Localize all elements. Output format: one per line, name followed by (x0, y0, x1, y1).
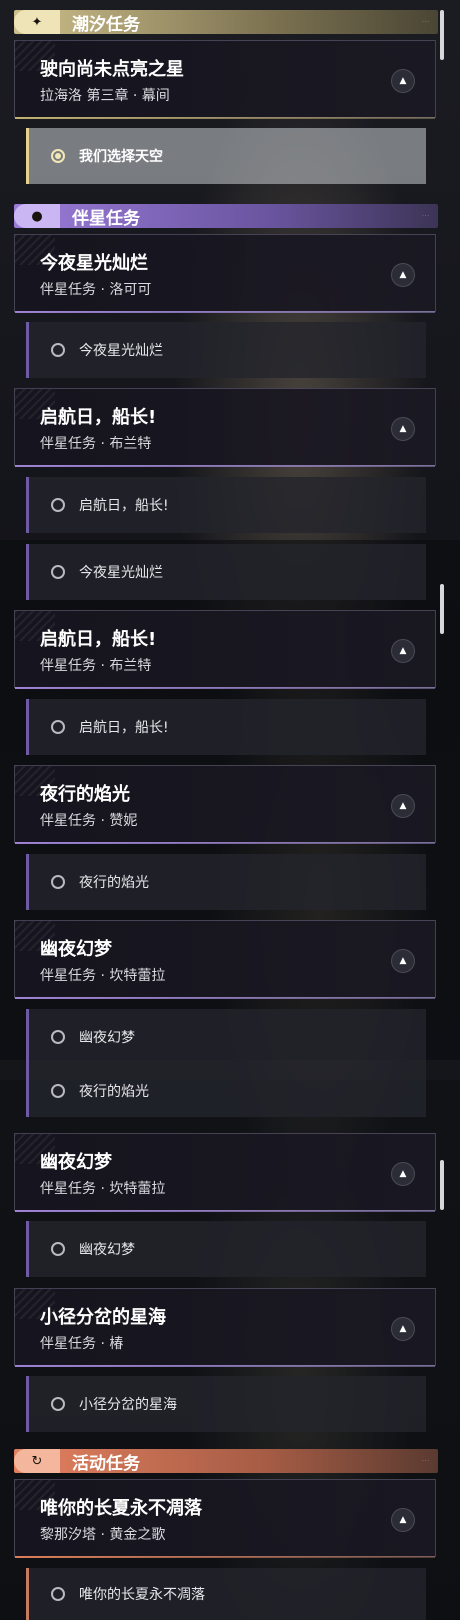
quest-card[interactable]: 启航日，船长! 伴星任务 · 布兰特 ▲ (14, 610, 436, 689)
category-decoration: ··· (422, 213, 430, 219)
objective-item[interactable]: 今夜星光灿烂 (26, 544, 426, 600)
objective-label: 我们选择天空 (79, 149, 163, 165)
quest-title: 启航日，船长! (40, 407, 157, 428)
chevron-up-icon[interactable]: ▲ (391, 417, 415, 441)
objective-item[interactable]: 我们选择天空 (26, 128, 426, 184)
quest-card[interactable]: 幽夜幻梦 伴星任务 · 坎特蕾拉 ▲ (14, 1133, 436, 1212)
radio-empty-icon (51, 1030, 65, 1044)
sparkle-icon: ✦ (14, 10, 60, 34)
chevron-up-icon[interactable]: ▲ (391, 263, 415, 287)
objective-label: 幽夜幻梦 (79, 1030, 135, 1046)
chevron-up-icon[interactable]: ▲ (391, 794, 415, 818)
objective-item[interactable]: 启航日，船长! (26, 699, 426, 755)
quest-subtitle: 黎那汐塔 · 黄金之歌 (40, 1527, 166, 1543)
scrollbar-thumb[interactable] (440, 1160, 444, 1210)
quest-subtitle: 伴星任务 · 椿 (40, 1336, 124, 1352)
quest-title: 唯你的长夏永不凋落 (40, 1498, 202, 1519)
scrollbar-thumb[interactable] (440, 10, 444, 60)
quest-subtitle: 伴星任务 · 洛可可 (40, 282, 152, 298)
objective-item[interactable]: 幽夜幻梦 (26, 1009, 426, 1065)
objective-label: 启航日，船长! (79, 498, 169, 514)
chevron-up-icon[interactable]: ▲ (391, 1508, 415, 1532)
quest-subtitle: 伴星任务 · 布兰特 (40, 436, 152, 452)
category-decoration: ··· (422, 19, 430, 25)
quest-subtitle: 伴星任务 · 赞妮 (40, 813, 138, 829)
refresh-icon: ↻ (14, 1449, 60, 1473)
quest-card[interactable]: 幽夜幻梦 伴星任务 · 坎特蕾拉 ▲ (14, 920, 436, 999)
chevron-up-icon[interactable]: ▲ (391, 1162, 415, 1186)
radio-empty-icon (51, 498, 65, 512)
objective-item[interactable]: 夜行的焰光 (26, 854, 426, 910)
radio-empty-icon (51, 1397, 65, 1411)
quest-card[interactable]: 驶向尚未点亮之星 拉海洛 第三章 · 幕间 ▲ (14, 40, 436, 119)
radio-empty-icon (51, 875, 65, 889)
objective-item[interactable]: 小径分岔的星海 (26, 1376, 426, 1432)
category-label: 活动任务 (72, 1453, 140, 1474)
radio-empty-icon (51, 1242, 65, 1256)
person-icon: ● (14, 204, 60, 228)
objective-item[interactable]: 启航日，船长! (26, 477, 426, 533)
quest-subtitle: 伴星任务 · 坎特蕾拉 (40, 1181, 166, 1197)
quest-card[interactable]: 今夜星光灿烂 伴星任务 · 洛可可 ▲ (14, 234, 436, 313)
quest-title: 启航日，船长! (40, 629, 157, 650)
scrollbar-thumb[interactable] (440, 584, 444, 634)
category-label: 伴星任务 (72, 208, 140, 229)
objective-label: 幽夜幻梦 (79, 1242, 135, 1258)
category-label: 潮汐任务 (72, 14, 140, 35)
radio-empty-icon (51, 720, 65, 734)
category-decoration: ··· (422, 1458, 430, 1464)
objective-item[interactable]: 今夜星光灿烂 (26, 322, 426, 378)
quest-title: 驶向尚未点亮之星 (40, 59, 184, 80)
quest-title: 幽夜幻梦 (40, 1152, 112, 1173)
objective-label: 启航日，船长! (79, 720, 169, 736)
radio-empty-icon (51, 343, 65, 357)
category-header-event: ↻ 活动任务 ··· (14, 1449, 438, 1474)
quest-card[interactable]: 小径分岔的星海 伴星任务 · 椿 ▲ (14, 1288, 436, 1367)
chevron-up-icon[interactable]: ▲ (391, 639, 415, 663)
radio-empty-icon (51, 565, 65, 579)
quest-subtitle: 拉海洛 第三章 · 幕间 (40, 88, 170, 104)
objective-label: 今夜星光灿烂 (79, 343, 163, 359)
chevron-up-icon[interactable]: ▲ (391, 69, 415, 93)
radio-empty-icon (51, 1084, 65, 1098)
chevron-up-icon[interactable]: ▲ (391, 1317, 415, 1341)
objective-item[interactable]: 夜行的焰光 (26, 1065, 426, 1117)
quest-title: 今夜星光灿烂 (40, 253, 148, 274)
objective-label: 夜行的焰光 (79, 1084, 149, 1100)
radio-empty-icon (51, 1587, 65, 1601)
objective-item[interactable]: 唯你的长夏永不凋落 (26, 1568, 426, 1620)
objective-item[interactable]: 幽夜幻梦 (26, 1221, 426, 1277)
objective-label: 今夜星光灿烂 (79, 565, 163, 581)
quest-card[interactable]: 夜行的焰光 伴星任务 · 赞妮 ▲ (14, 765, 436, 844)
radio-selected-icon (51, 149, 65, 163)
quest-card[interactable]: 唯你的长夏永不凋落 黎那汐塔 · 黄金之歌 ▲ (14, 1479, 436, 1558)
quest-title: 小径分岔的星海 (40, 1307, 166, 1328)
quest-card[interactable]: 启航日，船长! 伴星任务 · 布兰特 ▲ (14, 388, 436, 467)
quest-subtitle: 伴星任务 · 布兰特 (40, 658, 152, 674)
category-header-companion: ● 伴星任务 ··· (14, 204, 438, 229)
chevron-up-icon[interactable]: ▲ (391, 949, 415, 973)
quest-subtitle: 伴星任务 · 坎特蕾拉 (40, 968, 166, 984)
quest-title: 夜行的焰光 (40, 784, 130, 805)
quest-title: 幽夜幻梦 (40, 939, 112, 960)
objective-label: 夜行的焰光 (79, 875, 149, 891)
category-header-tidal: ✦ 潮汐任务 ··· (14, 10, 438, 35)
objective-label: 唯你的长夏永不凋落 (79, 1587, 205, 1603)
objective-label: 小径分岔的星海 (79, 1397, 177, 1413)
